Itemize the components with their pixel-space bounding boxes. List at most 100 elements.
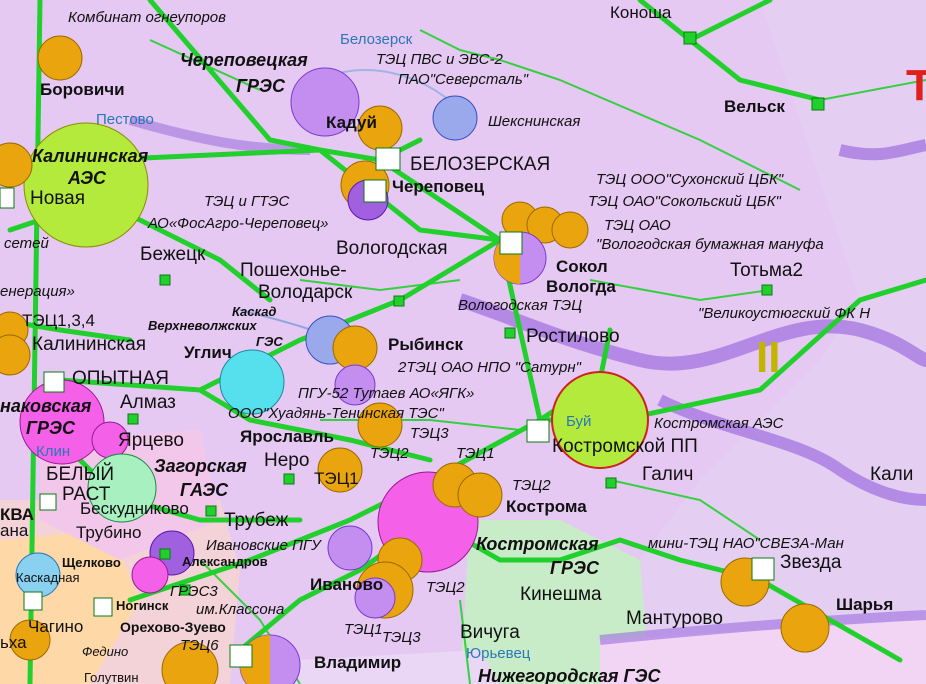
map-label-kostromskaya-gres-1: Костромская <box>476 534 599 554</box>
map-label-tec2-yar: ТЭЦ2 <box>370 445 409 462</box>
map-label-konosha: Коноша <box>610 3 672 22</box>
map-label-tec-oao: ТЭЦ ОАО <box>604 217 671 234</box>
map-label-sveza: мини-ТЭЦ НАО"СВЕЗА-Ман <box>648 535 844 552</box>
map-label-belozerskaya: БЕЛОЗЕРСКАЯ <box>410 154 550 175</box>
map-label-golutvin: Голутвин <box>84 670 139 684</box>
map-label-sheksninskaya: Шекснинская <box>488 113 580 130</box>
map-label-sharya: Шарья <box>836 595 893 614</box>
map-label-poshekhonye-2: Володарск <box>258 282 353 303</box>
map-label-severstal: ПАО"Северсталь" <box>398 71 529 88</box>
map-label-ivanovo: Иваново <box>310 575 383 594</box>
map-label-vologda-tec: Вологодская ТЭЦ <box>458 297 582 314</box>
map-label-vologodskaya: Вологодская <box>336 238 448 259</box>
map-label-kalininskaya-aes-1: Калининская <box>32 146 149 166</box>
map-label-pestovo: Пестово <box>96 111 154 128</box>
map-label-rostilovo: Ростилово <box>526 326 620 347</box>
map-label-kaskad-3: ГЭС <box>256 334 283 349</box>
map-label-beskudnikovo: Бескудниково <box>80 499 189 518</box>
map-label-ivanovskie-pgu: Ивановские ПГУ <box>206 537 322 554</box>
map-label-kaduy: Кадуй <box>326 113 377 132</box>
map-label-manturovo: Мантурово <box>626 608 723 629</box>
map-label-klin: Клин <box>36 443 70 460</box>
map-label-trubezh: Трубеж <box>224 510 289 531</box>
map-label-borovichi: Боровичи <box>40 80 125 99</box>
map-label-sokol: Сокол <box>556 257 608 276</box>
map-label-pgu52: ПГУ-52 Тутаев АО«ЯГК» <box>298 385 474 402</box>
map-label-totma: Тотьма2 <box>730 260 803 281</box>
map-label-nero: Неро <box>264 450 309 471</box>
map-label-kostroma: Кострома <box>506 497 587 516</box>
map-label-opytnaya: ОПЫТНАЯ <box>72 368 169 389</box>
map-label-huadyan: ООО"Хуадянь-Тенинская ТЭС" <box>228 405 444 422</box>
map-label-belyy-1: БЕЛЫЙ <box>46 463 114 485</box>
map-label-ana: ана <box>0 521 29 540</box>
map-label-kombinat: Комбинат огнеупоров <box>68 9 226 26</box>
map-label-tec6: ТЭЦ6 <box>180 637 219 654</box>
map-label-buy: Буй <box>566 413 591 430</box>
map-label-konakovskaya-1: наковская <box>0 396 92 416</box>
map-label-tec3-yar: ТЭЦ3 <box>410 425 449 442</box>
map-label-tec-sukhonsky: ТЭЦ ООО"Сухонский ЦБК" <box>596 171 784 188</box>
map-view[interactable]: Т Комбинат огнеупоров Боровичи Череповец… <box>0 0 926 684</box>
map-label-cherepovets: Череповец <box>392 177 485 196</box>
map-label-nizhegorodskaya: Нижегородская ГЭС <box>478 666 661 684</box>
map-label-tec3-iv: ТЭЦ3 <box>382 629 421 646</box>
map-label-chagino: Чагино <box>28 617 83 636</box>
map-label-zagorskaya-2: ГАЭС <box>180 480 229 500</box>
map-label-roman-ii: II <box>756 333 780 382</box>
map-label-kaskad-1: Каскад <box>232 304 276 319</box>
map-label-velikoustyug: "Великоустюгский ФК Н <box>698 305 870 322</box>
map-label-kaskadnaya: Каскадная <box>16 570 80 585</box>
map-label-konakovskaya-2: ГРЭС <box>26 418 76 438</box>
map-canvas[interactable]: Т Комбинат огнеупоров Боровичи Череповец… <box>0 0 926 684</box>
map-label-kineshma: Кинешма <box>520 584 602 605</box>
map-label-ikha: ьха <box>0 633 27 652</box>
map-label-generatsiya: енерация» <box>0 283 75 300</box>
map-label-kostroma-aes: Костромская АЭС <box>654 415 784 432</box>
map-label-tec-i-gtes: ТЭЦ и ГТЭС <box>204 193 290 210</box>
map-label-gres3: ГРЭС3 <box>170 583 218 600</box>
map-label-velsk: Вельск <box>724 97 785 116</box>
map-label-tec134: ТЭЦ1,3,4 <box>22 311 95 330</box>
map-label-galich: Галич <box>642 464 693 485</box>
map-label-zvezda: Звезда <box>780 552 842 573</box>
map-label-vologda-paper: "Вологодская бумажная мануфа <box>596 236 824 253</box>
map-label-zagorskaya-1: Загорская <box>154 456 247 476</box>
map-label-vichuga: Вичуга <box>460 622 520 643</box>
map-label-fedino: Федино <box>82 644 128 659</box>
map-label-red-t: Т <box>906 61 926 110</box>
map-label-bezhetsk: Бежецк <box>140 244 206 265</box>
map-label-kalininskaya-aes-2: АЭС <box>67 168 107 188</box>
map-label-trubino: Трубино <box>76 523 141 542</box>
map-label-kaskad-2: Верхневолжских <box>148 318 257 333</box>
map-label-aleksandrov: Александров <box>182 554 268 569</box>
map-label-cherepovets-gres-1: Череповецкая <box>180 50 308 70</box>
map-label-vologda: Вологда <box>546 277 616 296</box>
map-label-novaya: Новая <box>30 188 85 209</box>
map-label-orekhovo: Орехово-Зуево <box>120 619 226 635</box>
map-label-tec-sokolsky: ТЭЦ ОАО"Сокольский ЦБК" <box>588 193 782 210</box>
map-label-yartsevo: Ярцево <box>118 430 184 451</box>
map-label-tec1-nero: ТЭЦ1 <box>314 469 359 488</box>
map-label-klassona: им.Классона <box>196 601 284 618</box>
map-label-tec2-kos: ТЭЦ2 <box>512 477 551 494</box>
map-label-tec1-yar: ТЭЦ1 <box>456 445 495 462</box>
map-label-poshekhonye-1: Пошехонье- <box>240 260 347 281</box>
map-label-almaz: Алмаз <box>120 392 176 413</box>
map-label-kalininskaya: Калининская <box>32 334 146 355</box>
map-label-tec2-iv: ТЭЦ2 <box>426 579 465 596</box>
map-label-belozersk: Белозерск <box>340 31 413 48</box>
map-label-vladimir: Владимир <box>314 653 401 672</box>
map-label-uglich: Углич <box>184 343 232 362</box>
map-label-kali: Кали <box>870 464 913 485</box>
map-label-kostromskaya-gres-2: ГРЭС <box>550 558 600 578</box>
map-label-rybinsk: Рыбинск <box>388 335 464 354</box>
map-label-yaroslavl: Ярославль <box>240 427 334 446</box>
map-label-shchelkovo: Щелково <box>62 555 121 570</box>
map-label-fosagro: АО«ФосАгро-Череповец» <box>147 215 329 232</box>
map-label-tec1-iv: ТЭЦ1 <box>344 621 383 638</box>
map-label-cherepovets-gres-2: ГРЭС <box>236 76 286 96</box>
map-label-yuryevets: Юрьевец <box>466 645 531 662</box>
map-label-setey: сетей <box>4 235 50 252</box>
map-label-saturn: 2ТЭЦ ОАО НПО "Сатурн" <box>397 359 582 376</box>
